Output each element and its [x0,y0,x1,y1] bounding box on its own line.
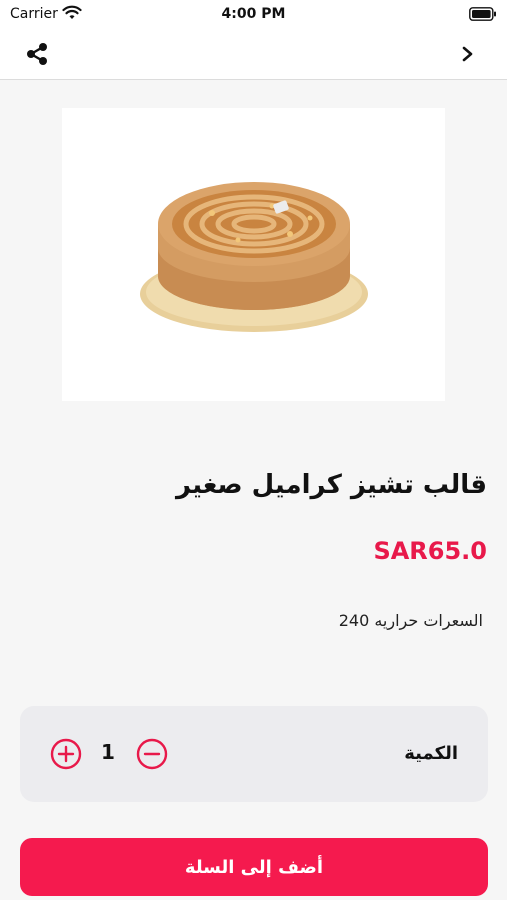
product-title: قالب تشيز كراميل صغير [176,470,487,500]
product-image [62,108,445,401]
minus-circle-icon [136,738,168,770]
nav-bar [0,28,507,80]
chevron-right-icon [462,46,473,62]
status-bar: Carrier 4:00 PM [0,0,507,28]
calories-text: السعرات حراريه 240 [338,611,483,630]
share-button[interactable] [22,39,52,69]
cake-image [140,182,368,332]
plus-circle-icon [50,738,82,770]
quantity-label: الكمية [404,743,458,764]
add-to-cart-button[interactable]: أضف إلى السلة [20,838,488,896]
increase-quantity-button[interactable] [50,738,82,770]
back-button[interactable] [457,42,479,66]
share-icon [27,43,47,65]
status-time: 4:00 PM [221,6,286,22]
quantity-value: 1 [101,740,115,764]
product-price: SAR65.0 [373,537,487,565]
decrease-quantity-button[interactable] [136,738,168,770]
battery-icon [469,7,496,21]
quantity-card: 1 الكمية [20,706,488,802]
